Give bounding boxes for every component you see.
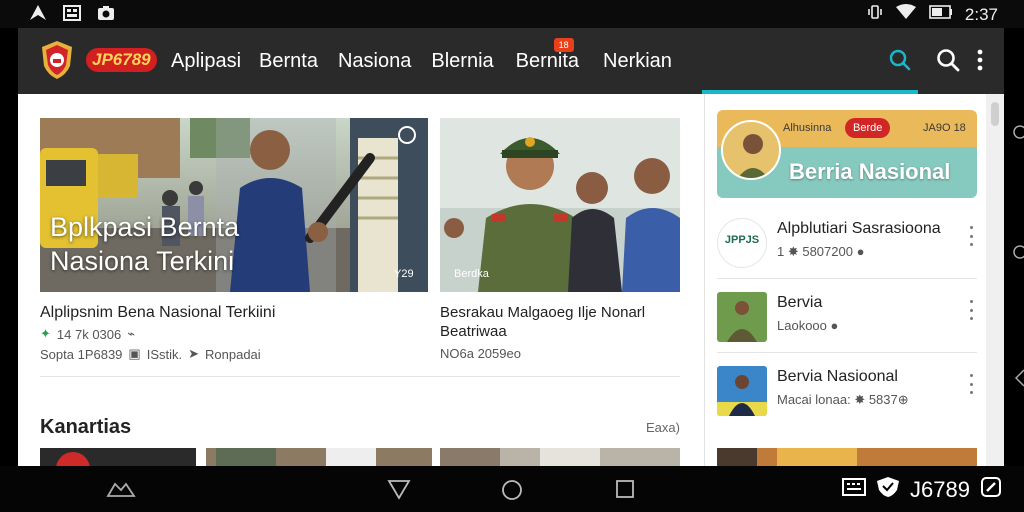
strip-thumb-1[interactable] xyxy=(40,448,196,466)
item-menu-icon[interactable] xyxy=(967,226,975,246)
back-icon[interactable] xyxy=(386,478,412,500)
hero-stats: ✦ 14 7k 0306 ⌁ xyxy=(40,326,135,342)
sidebar-divider xyxy=(717,352,977,353)
views-icon: ▣ xyxy=(128,346,141,361)
nav-item-aplipasi[interactable]: Aplipasi xyxy=(171,46,241,76)
second-article-meta: NO6a 2059eo xyxy=(440,346,521,361)
hero-author: Sopta 1P6839 xyxy=(40,346,123,362)
edit-icon[interactable] xyxy=(980,476,1002,504)
second-article-title-line2[interactable]: Beatriwaa xyxy=(440,323,507,340)
toolbar-actions xyxy=(884,28,1004,94)
strip-thumb-3[interactable] xyxy=(440,448,680,466)
hero-views: ISstik. xyxy=(146,346,183,362)
vibrate-icon xyxy=(867,4,883,25)
system-nav-bar: J6789 xyxy=(0,466,1024,512)
scroll-thumb[interactable] xyxy=(991,102,999,126)
nav-item-nasiona[interactable]: Nasiona xyxy=(338,46,411,76)
hero-stats-text: 14 7k 0306 xyxy=(56,326,122,342)
sidebar-item-title: Bervia xyxy=(777,294,823,311)
section-title: Kanartias xyxy=(40,416,132,438)
top-app-bar: JP6789 Aplipasi Bernta Nasiona Blernia B… xyxy=(18,28,1004,94)
hero-article-image[interactable]: Bplkpasi Bernta Nasiona Terkini Y29 xyxy=(40,118,428,292)
home-icon[interactable] xyxy=(500,478,526,500)
sidebar-bottom-thumb[interactable] xyxy=(717,448,977,466)
nav-item-nerkian[interactable]: Nerkian xyxy=(603,46,672,76)
share-icon[interactable]: ⌁ xyxy=(127,326,135,342)
search-active-icon[interactable] xyxy=(884,44,916,76)
hero-overlay-title: Bplkpasi Bernta Nasiona Terkini xyxy=(50,212,240,276)
more-options-icon[interactable] xyxy=(972,44,988,76)
sidebar-item-meta: Macai lonaa: ✸ 5837⊕ xyxy=(777,392,909,407)
jpps-logo: JPPJS xyxy=(717,218,767,268)
keyboard-icon[interactable] xyxy=(842,477,867,503)
banner-title: Berria Nasional xyxy=(789,159,951,184)
second-image-caption: Berdka xyxy=(454,268,489,280)
sidebar-item-title: Bervia Nasioonal xyxy=(777,368,898,385)
sidebar-thumb xyxy=(717,292,767,342)
nav-item-bernta[interactable]: Bernta xyxy=(259,46,318,76)
top-nav: Aplipasi Bernta Nasiona Blernia Bernita … xyxy=(171,38,672,76)
home-screen-icon[interactable] xyxy=(106,478,136,500)
hero-category[interactable]: Ronpadai xyxy=(205,347,261,362)
clock: 2:37 xyxy=(964,4,998,24)
stats-icon: ✦ xyxy=(40,326,51,341)
search-icon[interactable] xyxy=(932,44,964,76)
battery-icon xyxy=(929,5,953,24)
sidebar-divider xyxy=(717,278,977,279)
scrollbar[interactable] xyxy=(986,94,1004,466)
gallery-icon xyxy=(62,3,82,23)
section-divider xyxy=(40,376,680,377)
brand-logo[interactable]: JP6789 xyxy=(86,48,157,72)
nav-bar-brand-area: J6789 xyxy=(842,476,1002,504)
sidebar-item-title: Alpblutiari Sasrasioona xyxy=(777,220,941,237)
status-bar: 2:37 xyxy=(0,0,1024,28)
item-menu-icon[interactable] xyxy=(967,300,975,320)
hero-article-title[interactable]: Alplipsnim Bena Nasional Terkiini xyxy=(40,304,275,322)
main-feed: Bplkpasi Bernta Nasiona Terkini Y29 Alpli… xyxy=(18,94,704,466)
sidebar: Alhusinna Berde JA9O 18 Berria Nasional … xyxy=(704,94,1004,466)
second-article-title[interactable]: Besrakau Malgaoeg Ilje Nonarl xyxy=(440,304,645,321)
nav-item-bernita[interactable]: Bernita 18 xyxy=(515,38,580,76)
sidebar-item[interactable]: JPPJS Alpblutiari Sasrasioona 1 ✸ 580720… xyxy=(705,208,995,278)
strip-thumb-2[interactable] xyxy=(206,448,432,466)
banner-pill: Berde xyxy=(845,118,891,138)
banner-top-left: Alhusinna xyxy=(783,122,832,134)
hero-image-caption: Y29 xyxy=(394,268,414,280)
sidebar-item-meta: 1 ✸ 5807200 ● xyxy=(777,244,865,259)
hero-meta: Sopta 1P6839 ▣ ISstik. ➤ Ronpadai xyxy=(40,346,261,362)
shield-check-icon[interactable] xyxy=(876,476,900,504)
navigation-icon xyxy=(28,3,48,23)
sidebar-banner[interactable]: Alhusinna Berde JA9O 18 Berria Nasional xyxy=(717,110,977,198)
nav-brand: J6789 xyxy=(910,477,970,502)
strip-badge-circle xyxy=(56,452,90,466)
shield-logo-icon[interactable] xyxy=(40,40,74,80)
sidebar-item[interactable]: Bervia Laokooo ● xyxy=(705,282,995,352)
nav-badge: 18 xyxy=(553,38,574,52)
nav-item-blernia[interactable]: Blernia xyxy=(431,46,493,76)
banner-top-right: JA9O 18 xyxy=(923,122,966,134)
sidebar-item-meta: Laokooo ● xyxy=(777,318,839,333)
banner-avatar xyxy=(721,120,781,180)
nav-item-bernita-label: Bernita xyxy=(515,50,580,72)
item-menu-icon[interactable] xyxy=(967,374,975,394)
news-app: JP6789 Aplipasi Bernta Nasiona Blernia B… xyxy=(18,28,1004,466)
jpps-logo-text: JPPJS xyxy=(724,234,760,246)
tag-icon: ➤ xyxy=(188,346,200,361)
sidebar-thumb xyxy=(717,366,767,416)
phone-screen: 2:37 JP6789 Aplipasi Bernta Nasiona Bler… xyxy=(0,0,1024,512)
wifi-icon xyxy=(895,4,917,25)
sidebar-item[interactable]: Bervia Nasioonal Macai lonaa: ✸ 5837⊕ xyxy=(705,356,995,426)
edge-panel xyxy=(1004,94,1024,466)
section-more-link[interactable]: Eaxa) xyxy=(646,420,680,435)
camera-icon xyxy=(96,3,116,23)
refresh-icon[interactable] xyxy=(398,126,416,144)
recents-icon[interactable] xyxy=(614,478,640,500)
second-article-image[interactable]: Berdka xyxy=(440,118,680,292)
